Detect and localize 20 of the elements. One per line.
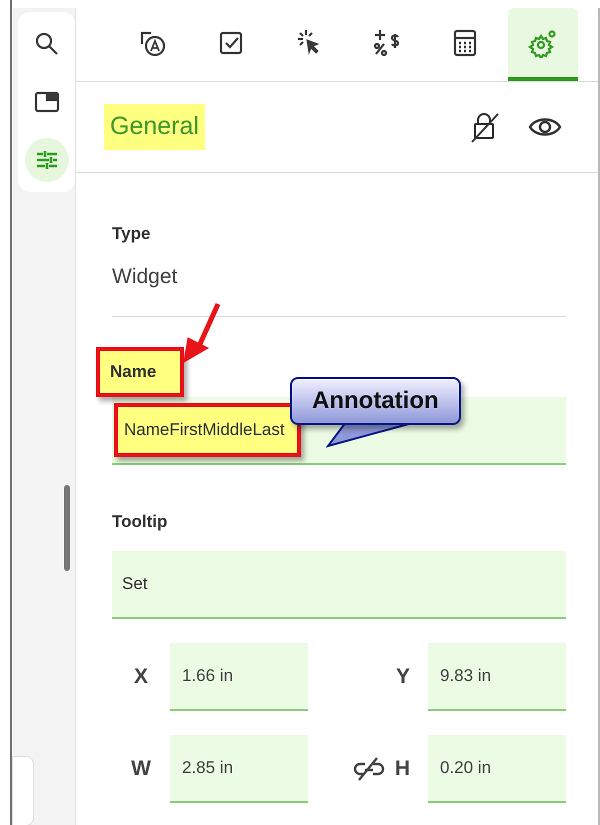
field-label: H [394, 756, 410, 782]
annotation-callout: Annotation [290, 377, 461, 425]
field-label: Type [112, 222, 150, 244]
field-label: W [131, 756, 151, 782]
input-field[interactable]: 2.85 in [170, 735, 308, 803]
sliders-icon[interactable] [24, 138, 68, 182]
field-label: Tooltip [112, 511, 168, 533]
field-label: Y [396, 664, 410, 690]
tooltip-field[interactable]: Set [112, 551, 566, 619]
input-field[interactable]: 1.66 in [170, 643, 308, 711]
field-value: NameFirstMiddleLast [114, 403, 301, 457]
input-field[interactable]: 9.83 in [428, 643, 566, 711]
field-label: Name [96, 347, 184, 396]
type-value: Widget [112, 264, 178, 290]
settings-icon [528, 28, 558, 58]
scrollbar-thumb[interactable] [64, 485, 70, 571]
input-field[interactable]: 0.20 in [428, 735, 566, 803]
math-symbols-icon [372, 28, 402, 58]
field-label: X [134, 664, 148, 690]
section-title: General [104, 104, 205, 150]
